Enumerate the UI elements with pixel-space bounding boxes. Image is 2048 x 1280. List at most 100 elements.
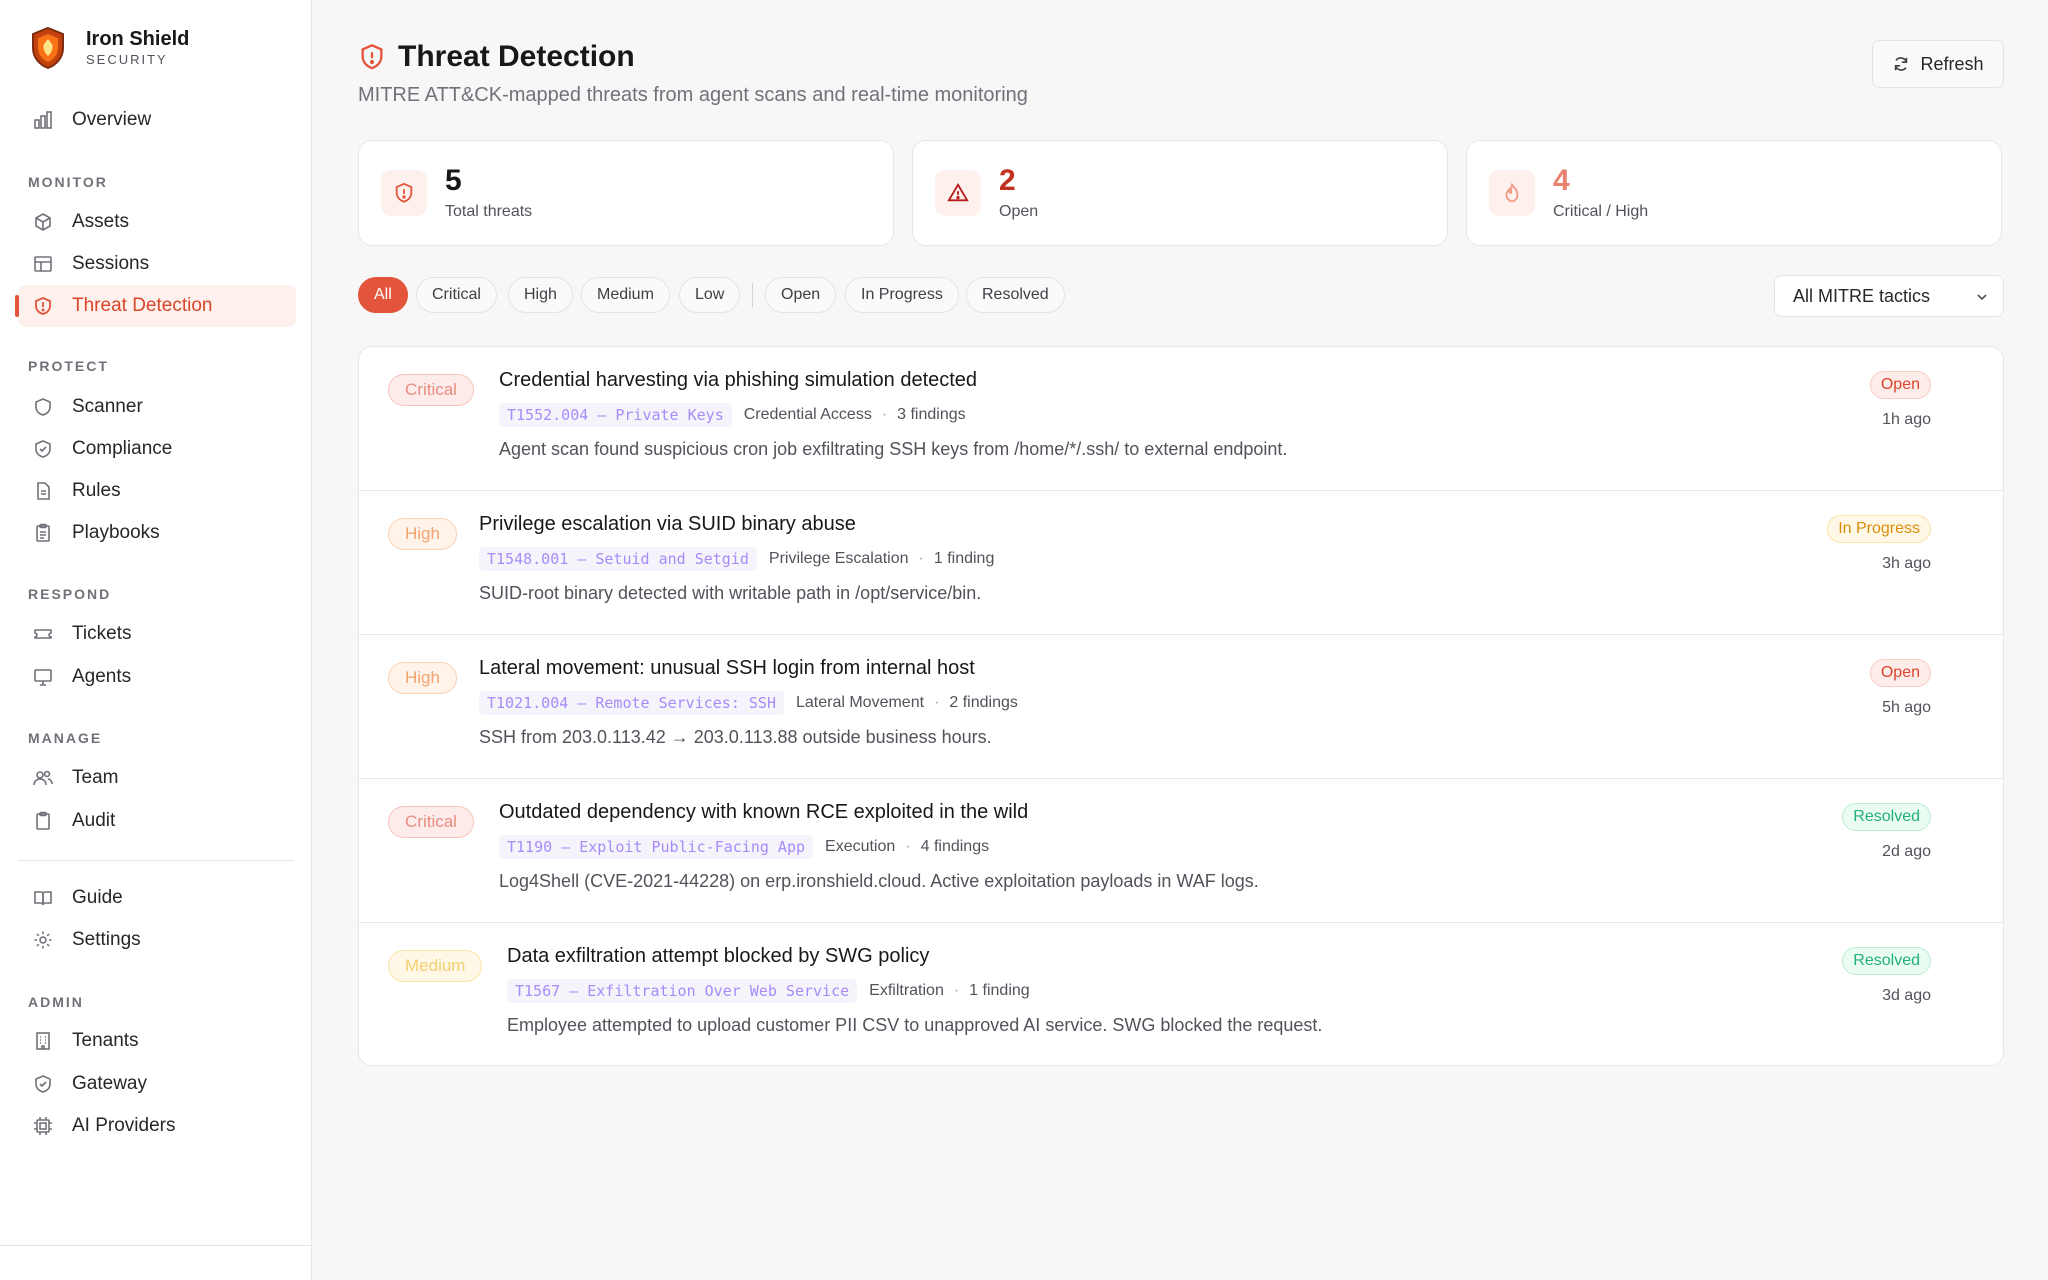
threat-row[interactable]: Critical Outdated dependency with known … — [359, 779, 2003, 923]
sidebar-item-assets[interactable]: Assets — [18, 201, 296, 243]
mitre-technique: T1190 – Exploit Public-Facing App — [499, 835, 814, 859]
users-icon — [32, 767, 54, 789]
sidebar-item-label: Compliance — [72, 438, 173, 459]
mitre-technique: T1021.004 – Remote Services: SSH — [479, 691, 784, 715]
threat-description: Employee attempted to upload customer PI… — [507, 1015, 1323, 1035]
brand-subtitle: SECURITY — [86, 52, 168, 67]
cpu-chip-icon — [32, 1115, 54, 1137]
shield-alert-icon — [381, 170, 427, 216]
stat-label: Open — [999, 203, 1039, 220]
threat-time: 3h ago — [1882, 555, 1931, 572]
severity-badge: High — [388, 518, 457, 550]
filter-chip-resolved[interactable]: Resolved — [966, 277, 1065, 313]
severity-badge: Critical — [388, 374, 474, 406]
page-subtitle: MITRE ATT&CK-mapped threats from agent s… — [358, 84, 1028, 106]
findings-count: 4 findings — [920, 838, 990, 855]
sidebar-item-playbooks[interactable]: Playbooks — [18, 512, 296, 554]
severity-badge: High — [388, 662, 457, 694]
table-icon — [32, 253, 54, 275]
sidebar-item-tickets[interactable]: Tickets — [18, 613, 296, 655]
section-protect: PROTECT — [28, 358, 109, 374]
sidebar-item-rules[interactable]: Rules — [18, 470, 296, 512]
findings-count: 2 findings — [949, 694, 1018, 711]
stat-card-total: 5 Total threats — [358, 140, 894, 246]
sidebar-item-scanner[interactable]: Scanner — [18, 386, 296, 428]
section-monitor: MONITOR — [28, 174, 108, 190]
sidebar-item-team[interactable]: Team — [18, 757, 296, 799]
filter-chip-all[interactable]: All — [358, 277, 408, 313]
sidebar-item-ai-providers[interactable]: AI Providers — [18, 1105, 296, 1147]
brand[interactable]: Iron Shield SECURITY — [30, 26, 189, 70]
sidebar-item-audit[interactable]: Audit — [18, 800, 296, 842]
filter-chip-high[interactable]: High — [508, 277, 573, 313]
threat-time: 3d ago — [1882, 987, 1931, 1004]
separator-dot: · — [953, 982, 960, 999]
threat-time: 1h ago — [1882, 411, 1931, 428]
chevron-down-icon — [1977, 294, 1987, 301]
section-manage: MANAGE — [28, 730, 103, 746]
status-badge: Resolved — [1842, 947, 1931, 975]
sidebar-item-guide[interactable]: Guide — [18, 877, 296, 919]
threat-row[interactable]: High Lateral movement: unusual SSH login… — [359, 635, 2003, 779]
shield-alert-icon — [361, 44, 383, 70]
threat-title: Lateral movement: unusual SSH login from… — [479, 657, 975, 679]
threat-row[interactable]: Critical Credential harvesting via phish… — [359, 347, 2003, 491]
threat-description: SSH from 203.0.113.42 → 203.0.113.88 out… — [479, 727, 992, 747]
sidebar-item-gateway[interactable]: Gateway — [18, 1063, 296, 1105]
shield-logo-icon — [32, 26, 64, 70]
select-value: All MITRE tactics — [1793, 285, 1931, 306]
page-title: Threat Detection — [398, 40, 635, 73]
threat-title: Credential harvesting via phishing simul… — [499, 369, 978, 391]
mitre-tactic-select[interactable]: All MITRE tactics — [1774, 275, 2004, 317]
sidebar-item-settings[interactable]: Settings — [18, 919, 296, 961]
clipboard-icon — [32, 810, 54, 832]
shield-check-icon — [32, 438, 54, 460]
page-header: Threat Detection — [358, 40, 635, 74]
shield-check-icon — [32, 1073, 54, 1095]
separator-dot: · — [934, 694, 940, 711]
sidebar-footer-divider — [0, 1245, 312, 1246]
threat-meta: T1190 – Exploit Public-Facing App Execut… — [499, 835, 989, 859]
stat-card-open: 2 Open — [912, 140, 1448, 246]
sidebar: Iron Shield SECURITY Overview MONITOR As… — [0, 0, 312, 1280]
monitor-icon — [32, 666, 54, 688]
mitre-tactic: Lateral Movement — [795, 694, 925, 711]
status-badge: Open — [1869, 659, 1931, 687]
threat-meta: T1552.004 – Private Keys Credential Acce… — [499, 403, 966, 427]
findings-count: 1 finding — [969, 982, 1030, 999]
sidebar-item-label: Playbooks — [72, 522, 160, 543]
mitre-technique: T1548.001 – Setuid and Setgid — [479, 547, 757, 571]
filter-chip-critical[interactable]: Critical — [416, 277, 497, 313]
mitre-technique: T1552.004 – Private Keys — [499, 403, 732, 427]
filter-chip-in-progress[interactable]: In Progress — [845, 277, 959, 313]
stat-value: 4 — [1553, 164, 1570, 197]
sidebar-item-threat-detection[interactable]: Threat Detection — [15, 285, 296, 327]
filter-chip-medium[interactable]: Medium — [581, 277, 670, 313]
sidebar-item-label: Threat Detection — [72, 295, 213, 316]
gear-icon — [32, 929, 54, 951]
sidebar-item-overview[interactable]: Overview — [18, 99, 296, 141]
sidebar-item-sessions[interactable]: Sessions — [18, 243, 296, 285]
refresh-button[interactable]: Refresh — [1872, 40, 2004, 88]
threat-description: SUID-root binary detected with writable … — [479, 583, 982, 603]
sidebar-item-agents[interactable]: Agents — [18, 656, 296, 698]
stat-card-critical-high: 4 Critical / High — [1466, 140, 2002, 246]
sidebar-item-label: Overview — [72, 109, 152, 130]
threat-row[interactable]: Medium Data exfiltration attempt blocked… — [359, 923, 2003, 1065]
severity-badge: Medium — [388, 950, 483, 982]
threat-title: Outdated dependency with known RCE explo… — [499, 801, 1029, 823]
threat-title: Privilege escalation via SUID binary abu… — [479, 513, 856, 535]
filter-chip-low[interactable]: Low — [679, 277, 741, 313]
document-icon — [32, 480, 54, 502]
sidebar-item-compliance[interactable]: Compliance — [18, 428, 296, 470]
sidebar-item-label: Guide — [72, 887, 123, 908]
refresh-label: Refresh — [1920, 53, 1984, 74]
filter-chip-open[interactable]: Open — [765, 277, 837, 313]
status-badge: Open — [1869, 371, 1931, 399]
mitre-tactic: Privilege Escalation — [768, 550, 909, 567]
sidebar-item-tenants[interactable]: Tenants — [18, 1020, 296, 1062]
threat-row[interactable]: High Privilege escalation via SUID binar… — [359, 491, 2003, 635]
refresh-icon — [1895, 57, 1908, 71]
threat-description: Agent scan found suspicious cron job exf… — [499, 439, 1288, 459]
sidebar-divider — [18, 860, 294, 861]
